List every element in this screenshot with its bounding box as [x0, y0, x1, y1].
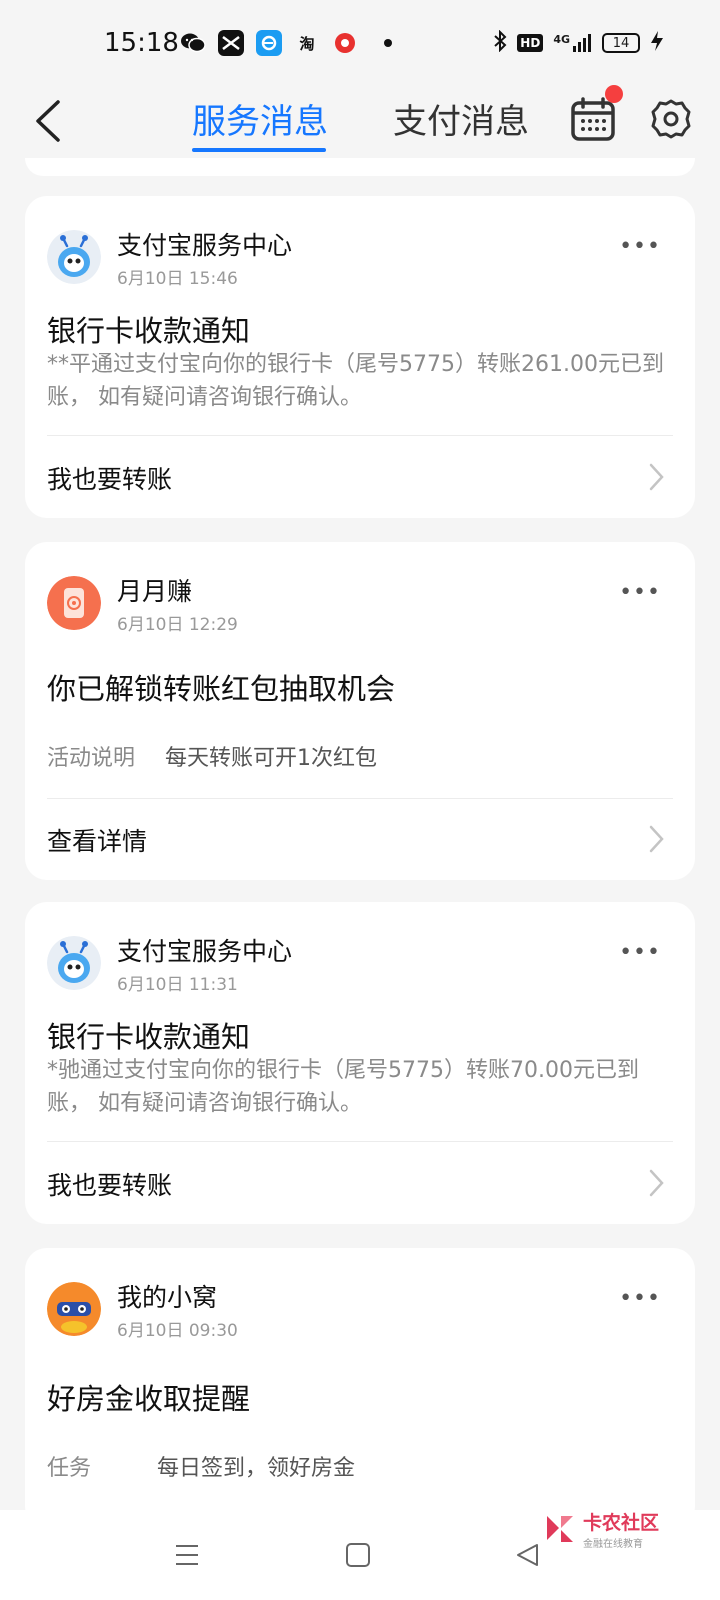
watermark-logo: [547, 1516, 573, 1542]
more-options-button[interactable]: •••: [619, 1286, 661, 1311]
message-time: 6月10日 15:46: [117, 269, 238, 289]
gear-icon: [651, 99, 691, 139]
capcut-icon: [218, 30, 244, 56]
message-card: 支付宝服务中心 6月10日 15:46 ••• 银行卡收款通知 **平通过支付宝…: [25, 196, 695, 518]
status-time: 15:18: [104, 28, 179, 58]
chevron-right-icon: [649, 825, 664, 853]
cartoon-character-icon: [47, 1282, 101, 1336]
tab-service-messages[interactable]: 服务消息: [192, 94, 328, 143]
watermark-name: 卡农社区: [583, 1512, 660, 1534]
message-title: 好房金收取提醒: [47, 1382, 251, 1416]
sender-name: 月月赚: [117, 577, 193, 606]
alipay-service-avatar: [47, 230, 101, 284]
hd-badge: HD: [517, 34, 544, 52]
more-options-button[interactable]: •••: [619, 940, 661, 965]
calendar-button[interactable]: [570, 96, 616, 142]
back-button[interactable]: [30, 98, 70, 144]
monthly-earn-avatar: [47, 576, 101, 630]
activity-label: 活动说明: [47, 746, 136, 771]
network-type: 4G: [553, 33, 570, 46]
taobao-icon: 淘: [299, 34, 315, 53]
message-card: 支付宝服务中心 6月10日 11:31 ••• 银行卡收款通知 *驰通过支付宝向…: [25, 902, 695, 1224]
bluetooth-icon: [493, 29, 507, 56]
settings-button[interactable]: [650, 98, 692, 140]
ant-mascot-icon: [47, 936, 101, 990]
message-title: 银行卡收款通知: [47, 1020, 251, 1054]
status-indicators: HD 4G 14: [493, 29, 664, 56]
signal-icon: 4G: [553, 33, 592, 53]
message-time: 6月10日 12:29: [117, 615, 238, 635]
message-title: 你已解锁转账红包抽取机会: [47, 672, 396, 706]
watermark-slogan: 金融在线教育: [583, 1539, 643, 1550]
home-icon[interactable]: [345, 1542, 371, 1568]
divider: [47, 798, 673, 799]
chevron-left-icon: [36, 100, 60, 142]
wallet-icon: [47, 576, 101, 630]
more-options-button[interactable]: •••: [619, 234, 661, 259]
chevron-right-icon: [649, 463, 664, 491]
notification-dot: [384, 39, 392, 47]
view-details-link[interactable]: 查看详情: [47, 822, 147, 858]
message-card: 我的小窝 6月10日 09:30 ••• 好房金收取提醒 任务 每日签到，领好房…: [25, 1248, 695, 1528]
message-time: 6月10日 11:31: [117, 975, 238, 995]
record-icon: [332, 30, 358, 56]
status-bar: 15:18 淘 HD 4G 14: [0, 0, 720, 80]
status-app-icons: 淘: [180, 30, 392, 56]
battery-indicator: 14: [602, 33, 640, 53]
message-card: 月月赚 6月10日 12:29 ••• 你已解锁转账红包抽取机会 活动说明 每天…: [25, 542, 695, 880]
message-time: 6月10日 09:30: [117, 1321, 238, 1341]
message-title: 银行卡收款通知: [47, 314, 251, 348]
chevron-right-icon: [649, 1169, 664, 1197]
message-body: *驰通过支付宝向你的银行卡（尾号5775）转账70.00元已到账， 如有疑问请咨…: [47, 1058, 639, 1116]
more-options-button[interactable]: •••: [619, 580, 661, 605]
ele-icon: [256, 30, 282, 56]
sender-name: 支付宝服务中心: [117, 937, 293, 966]
message-body: **平通过支付宝向你的银行卡（尾号5775）转账261.00元已到账， 如有疑问…: [47, 352, 664, 410]
activity-value: 每天转账可开1次红包: [165, 746, 377, 771]
sender-name: 我的小窝: [117, 1283, 218, 1312]
ant-mascot-icon: [47, 230, 101, 284]
watermark: 卡农社区 金融在线教育: [543, 1508, 659, 1550]
task-value: 每日签到，领好房金: [157, 1456, 356, 1481]
calendar-icon: [571, 97, 615, 141]
transfer-action-link[interactable]: 我也要转账: [47, 1166, 172, 1202]
back-triangle-icon[interactable]: [515, 1542, 541, 1568]
active-tab-indicator: [192, 148, 326, 152]
sender-name: 支付宝服务中心: [117, 231, 293, 260]
my-nest-avatar: [47, 1282, 101, 1336]
previous-card-edge: [25, 158, 695, 176]
wechat-icon: [180, 30, 206, 56]
transfer-action-link[interactable]: 我也要转账: [47, 460, 172, 496]
tab-payment-messages[interactable]: 支付消息: [393, 94, 529, 143]
calendar-badge: [605, 85, 623, 103]
task-label: 任务: [47, 1456, 92, 1481]
menu-icon[interactable]: [174, 1542, 200, 1568]
header: 服务消息 支付消息: [0, 80, 720, 160]
divider: [47, 1141, 673, 1142]
alipay-service-avatar: [47, 936, 101, 990]
charging-icon: [650, 30, 664, 56]
divider: [47, 435, 673, 436]
